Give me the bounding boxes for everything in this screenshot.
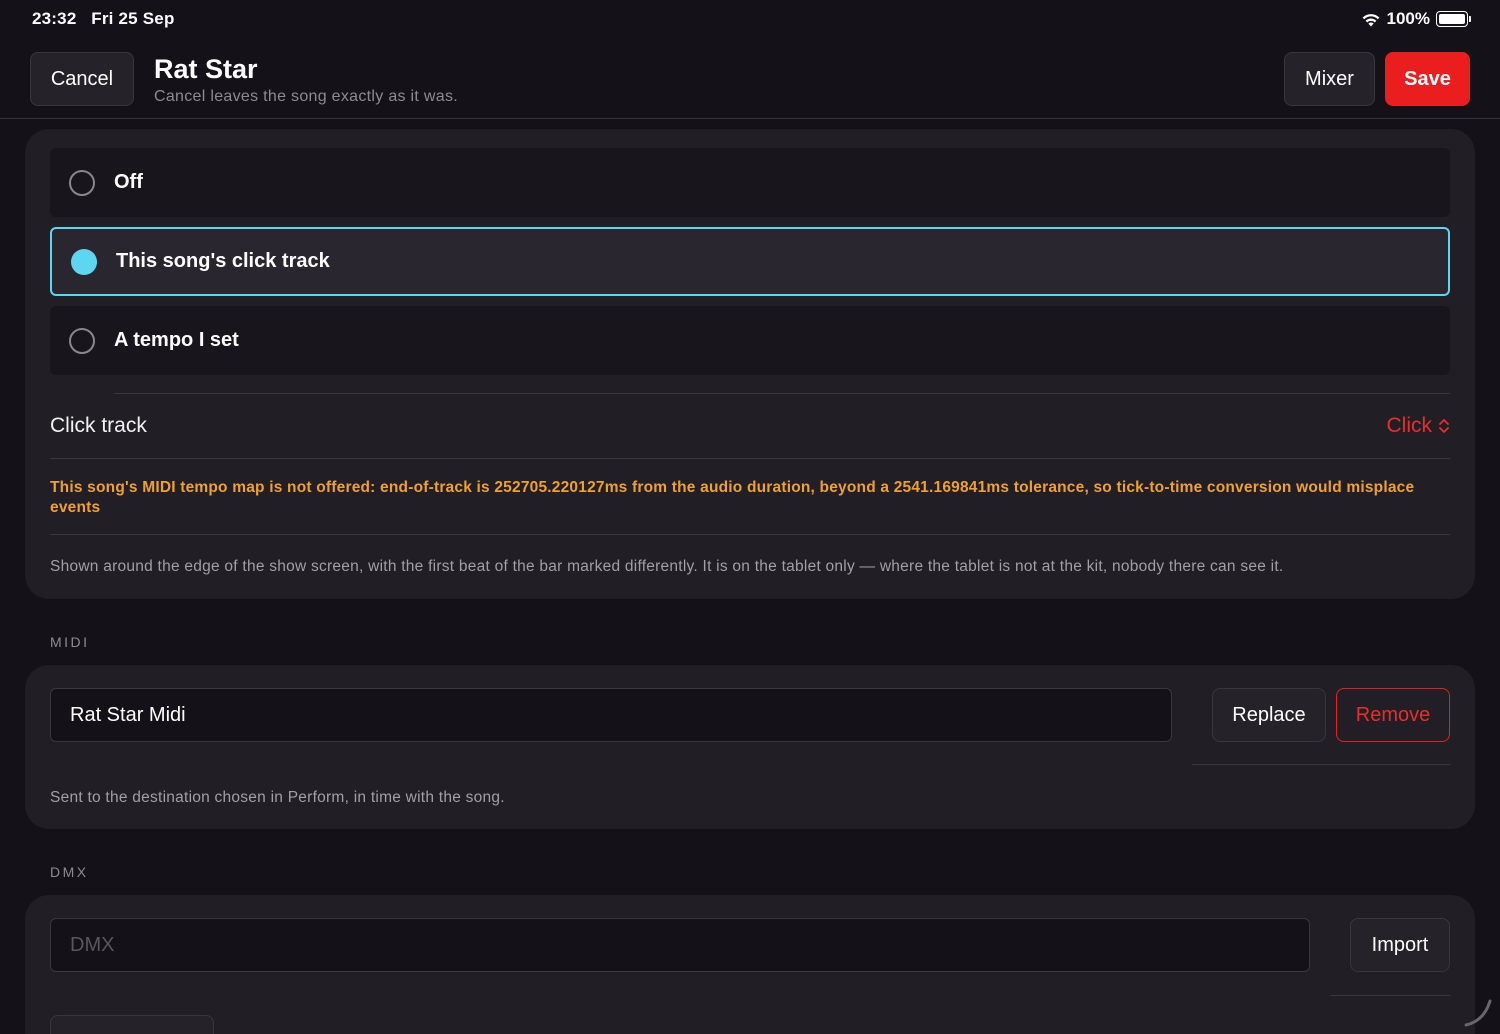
click-help-text: Shown around the edge of the show screen… bbox=[50, 558, 1284, 575]
page-title: Rat Star bbox=[154, 54, 258, 84]
resize-handle-icon[interactable] bbox=[1462, 997, 1494, 1029]
radio-selected-icon bbox=[71, 248, 97, 275]
cancel-button[interactable]: Cancel bbox=[30, 52, 134, 106]
click-option-label: Off bbox=[114, 171, 143, 193]
divider bbox=[114, 393, 1450, 394]
dmx-card: DMX Import bbox=[25, 895, 1475, 1034]
click-option-song-click-track[interactable]: This song's click track bbox=[50, 227, 1450, 296]
import-dmx-button[interactable]: Import bbox=[1350, 918, 1450, 972]
click-track-picker[interactable]: Click bbox=[1387, 414, 1451, 438]
click-track-value: Click bbox=[1386, 414, 1433, 437]
mixer-button[interactable]: Mixer bbox=[1284, 52, 1375, 106]
dmx-file-field[interactable]: DMX bbox=[50, 918, 1310, 972]
click-option-tempo[interactable]: A tempo I set bbox=[50, 306, 1450, 375]
status-date-text: Fri 25 Sep bbox=[91, 9, 175, 28]
midi-section-label: MIDI bbox=[50, 634, 90, 650]
click-option-off[interactable]: Off bbox=[50, 148, 1450, 217]
click-option-label: A tempo I set bbox=[114, 329, 239, 351]
status-time-text: 23:32 bbox=[32, 9, 77, 28]
battery-percent: 100% bbox=[1386, 9, 1430, 28]
status-time: 23:32 Fri 25 Sep bbox=[32, 9, 175, 29]
page-subtitle: Cancel leaves the song exactly as it was… bbox=[154, 88, 459, 105]
divider bbox=[50, 534, 1450, 535]
battery-icon bbox=[1436, 11, 1471, 27]
dmx-section-label: DMX bbox=[50, 864, 89, 880]
dmx-secondary-button[interactable] bbox=[50, 1015, 214, 1034]
divider bbox=[1330, 995, 1450, 996]
radio-unselected-icon bbox=[69, 327, 95, 354]
click-track-label: Click track bbox=[50, 414, 147, 437]
remove-midi-button[interactable]: Remove bbox=[1336, 688, 1450, 742]
midi-file-field[interactable]: Rat Star Midi bbox=[50, 688, 1172, 742]
header: Cancel Rat Star Cancel leaves the song e… bbox=[0, 40, 1500, 119]
status-indicators: 100% bbox=[1361, 9, 1471, 29]
click-settings-card: Off This song's click track A tempo I se… bbox=[25, 129, 1475, 599]
divider bbox=[1192, 764, 1450, 765]
midi-help-text: Sent to the destination chosen in Perfor… bbox=[50, 789, 505, 806]
tempo-map-warning: This song's MIDI tempo map is not offere… bbox=[50, 479, 1415, 516]
click-option-label: This song's click track bbox=[116, 250, 330, 272]
divider bbox=[50, 458, 1450, 459]
midi-card: Rat Star Midi Replace Remove Sent to the… bbox=[25, 665, 1475, 829]
replace-midi-button[interactable]: Replace bbox=[1212, 688, 1326, 742]
wifi-icon bbox=[1362, 13, 1379, 26]
status-bar: 23:32 Fri 25 Sep 100% bbox=[0, 0, 1500, 40]
save-button[interactable]: Save bbox=[1385, 52, 1470, 106]
chevron-up-down-icon bbox=[1439, 419, 1449, 433]
radio-unselected-icon bbox=[69, 169, 95, 196]
